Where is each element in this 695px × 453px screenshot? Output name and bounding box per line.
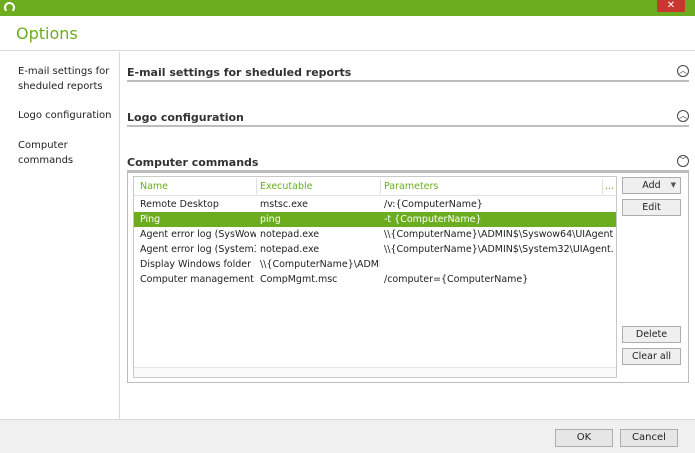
chevron-down-icon[interactable]: ﹀ xyxy=(677,155,689,167)
cell-executable: notepad.exe xyxy=(260,244,320,255)
cell-name: Ping xyxy=(140,214,161,225)
ok-button[interactable]: OK xyxy=(555,429,613,447)
cell-parameters: /computer={ComputerName} xyxy=(384,274,529,285)
section-title: E-mail settings for sheduled reports xyxy=(127,66,352,79)
column-header-executable[interactable]: Executable xyxy=(260,181,312,192)
triangle-down-icon[interactable]: ▼ xyxy=(671,178,676,193)
cell-name: Agent error log (System32) xyxy=(140,244,256,255)
cell-name: Agent error log (SysWow64) xyxy=(140,229,256,240)
cell-parameters: \\{ComputerName}\ADMIN$\System32\UIAgent… xyxy=(384,244,614,255)
add-button[interactable]: Add ▼ xyxy=(622,177,681,194)
table-row-selected[interactable]: Ping ping -t {ComputerName} xyxy=(134,212,616,227)
sidebar-item-computer-commands[interactable]: Computer commands xyxy=(18,138,88,168)
app-logo-icon xyxy=(4,2,15,13)
column-divider[interactable] xyxy=(602,179,603,194)
cell-name: Display Windows folder xyxy=(140,259,252,270)
section-title: Logo configuration xyxy=(127,111,244,124)
add-button-label: Add xyxy=(642,180,661,191)
cell-parameters: /v:{ComputerName} xyxy=(384,199,483,210)
column-header-parameters[interactable]: Parameters xyxy=(384,181,438,192)
delete-button[interactable]: Delete xyxy=(622,326,681,343)
sidebar-item-email-settings[interactable]: E-mail settings for sheduled reports xyxy=(18,64,116,94)
cancel-button[interactable]: Cancel xyxy=(620,429,678,447)
commands-table: Name Executable Parameters ... Remote De… xyxy=(133,176,617,378)
cell-executable: notepad.exe xyxy=(260,229,320,240)
cell-executable: mstsc.exe xyxy=(260,199,308,210)
cell-parameters: -t {ComputerName} xyxy=(384,214,482,225)
cell-executable: \\{ComputerName}\ADMIN$ xyxy=(260,259,380,270)
section-logo-configuration[interactable]: Logo configuration ︿ xyxy=(127,105,689,127)
chevron-up-icon[interactable]: ︿ xyxy=(677,110,689,122)
dialog-title: Options xyxy=(16,24,78,43)
chevron-up-icon[interactable]: ︿ xyxy=(677,65,689,77)
cell-executable: CompMgmt.msc xyxy=(260,274,338,285)
column-divider[interactable] xyxy=(256,179,257,194)
close-button[interactable]: ✕ xyxy=(657,0,685,12)
column-header-more[interactable]: ... xyxy=(605,181,614,192)
title-bar: ✕ xyxy=(0,0,695,16)
table-header: Name Executable Parameters ... xyxy=(134,177,616,196)
column-divider[interactable] xyxy=(380,179,381,194)
dialog-header: Options xyxy=(0,16,695,51)
section-computer-commands[interactable]: Computer commands ﹀ xyxy=(127,150,689,172)
table-row[interactable]: Display Windows folder \\{ComputerName}\… xyxy=(134,257,616,272)
column-header-name[interactable]: Name xyxy=(140,181,168,192)
sidebar: E-mail settings for sheduled reports Log… xyxy=(0,52,120,419)
table-row[interactable]: Computer management CompMgmt.msc /comput… xyxy=(134,272,616,287)
section-title: Computer commands xyxy=(127,156,259,169)
section-email-settings[interactable]: E-mail settings for sheduled reports ︿ xyxy=(127,60,689,82)
dialog-footer: OK Cancel xyxy=(0,419,695,453)
table-row[interactable]: Remote Desktop mstsc.exe /v:{ComputerNam… xyxy=(134,197,616,212)
horizontal-scrollbar[interactable] xyxy=(134,367,616,377)
main-content: E-mail settings for sheduled reports ︿ L… xyxy=(121,52,695,419)
edit-button[interactable]: Edit xyxy=(622,199,681,216)
cell-executable: ping xyxy=(260,214,281,225)
sidebar-item-logo-configuration[interactable]: Logo configuration xyxy=(18,108,116,123)
computer-commands-panel: Name Executable Parameters ... Remote De… xyxy=(127,172,689,383)
table-row[interactable]: Agent error log (System32) notepad.exe \… xyxy=(134,242,616,257)
cell-name: Computer management xyxy=(140,274,254,285)
table-row[interactable]: Agent error log (SysWow64) notepad.exe \… xyxy=(134,227,616,242)
cell-parameters: \\{ComputerName}\ADMIN$\Syswow64\UIAgent… xyxy=(384,229,614,240)
clear-all-button[interactable]: Clear all xyxy=(622,348,681,365)
cell-name: Remote Desktop xyxy=(140,199,219,210)
